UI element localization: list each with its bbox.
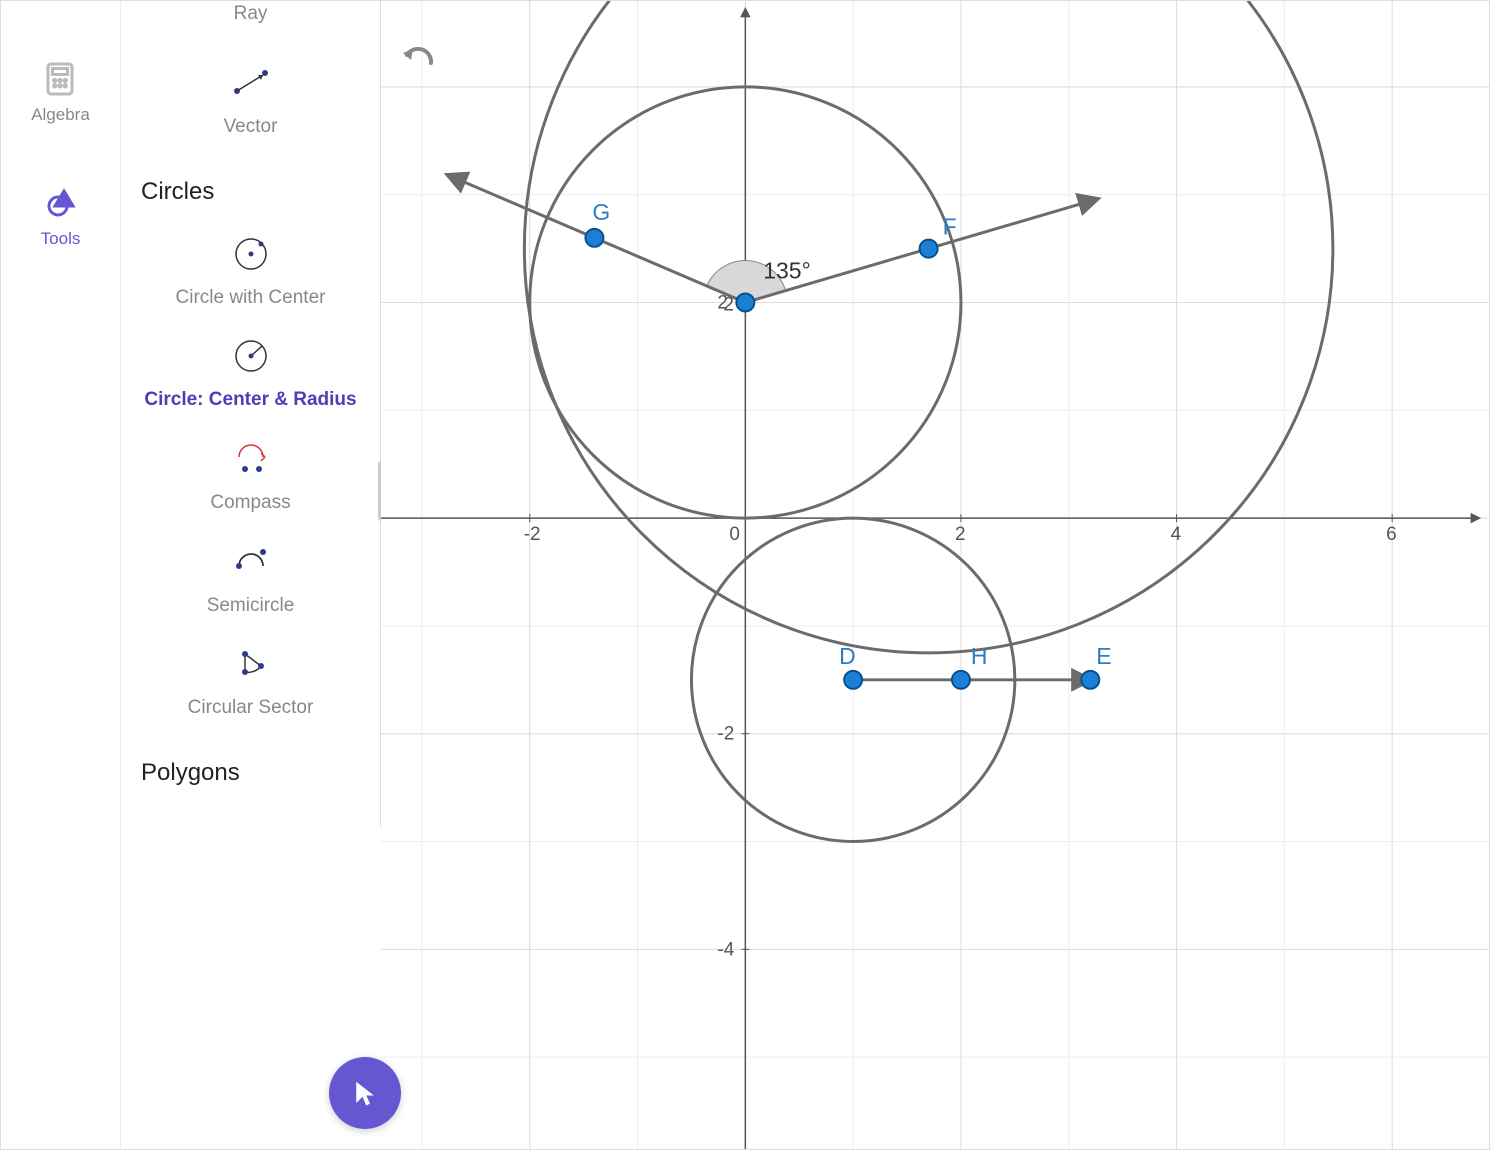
semicircle-icon [229, 540, 273, 584]
tool-panel[interactable]: Ray Vector Circles Circle [121, 1, 381, 827]
graphics-canvas[interactable]: -4-20246-4-2262GFDHE135° [381, 1, 1489, 1149]
tool-semicircle[interactable]: Semicircle [141, 524, 360, 627]
undo-button[interactable] [401, 41, 437, 76]
sidebar-label-tools: Tools [41, 229, 81, 249]
svg-text:D: D [839, 643, 856, 669]
section-polygons: Polygons [141, 759, 360, 787]
svg-text:4: 4 [1171, 524, 1182, 545]
angle-label: 135° [763, 258, 810, 284]
sidebar-item-tools[interactable]: Tools [41, 185, 81, 249]
svg-text:G: G [592, 199, 610, 225]
svg-text:-2: -2 [524, 524, 541, 545]
tools-icon [41, 185, 81, 221]
sidebar-label-algebra: Algebra [31, 105, 90, 125]
tool-circle-with-center[interactable]: Circle with Center [141, 216, 360, 319]
compass-icon [229, 437, 273, 481]
undo-icon [401, 41, 437, 71]
circle-center-icon [229, 232, 273, 276]
calculator-icon [40, 61, 80, 97]
vector-icon [229, 61, 273, 105]
svg-text:F: F [943, 214, 957, 240]
graphics-canvas-wrap: -4-20246-4-2262GFDHE135° [381, 1, 1489, 1149]
svg-text:-4: -4 [717, 939, 734, 960]
tool-ray-label: Ray [141, 3, 360, 25]
svg-text:E: E [1096, 643, 1111, 669]
svg-text:-2: -2 [717, 724, 734, 745]
tool-vector[interactable]: Vector [141, 45, 360, 148]
circle-radius-icon [229, 334, 273, 378]
section-circles: Circles [141, 178, 360, 206]
svg-text:6: 6 [1386, 524, 1397, 545]
tool-circular-sector[interactable]: Circular Sector [141, 626, 360, 729]
sector-icon [229, 642, 273, 686]
svg-text:2: 2 [955, 524, 966, 545]
svg-text:0: 0 [729, 524, 740, 545]
left-sidebar: Algebra Tools [1, 1, 121, 1149]
sidebar-item-algebra[interactable]: Algebra [31, 61, 90, 125]
tool-compass[interactable]: Compass [141, 421, 360, 524]
tool-circle-center-radius[interactable]: Circle: Center & Radius [141, 318, 360, 421]
cursor-icon [350, 1078, 380, 1108]
svg-text:H: H [971, 643, 988, 669]
fab-move-tool[interactable] [329, 1057, 401, 1129]
